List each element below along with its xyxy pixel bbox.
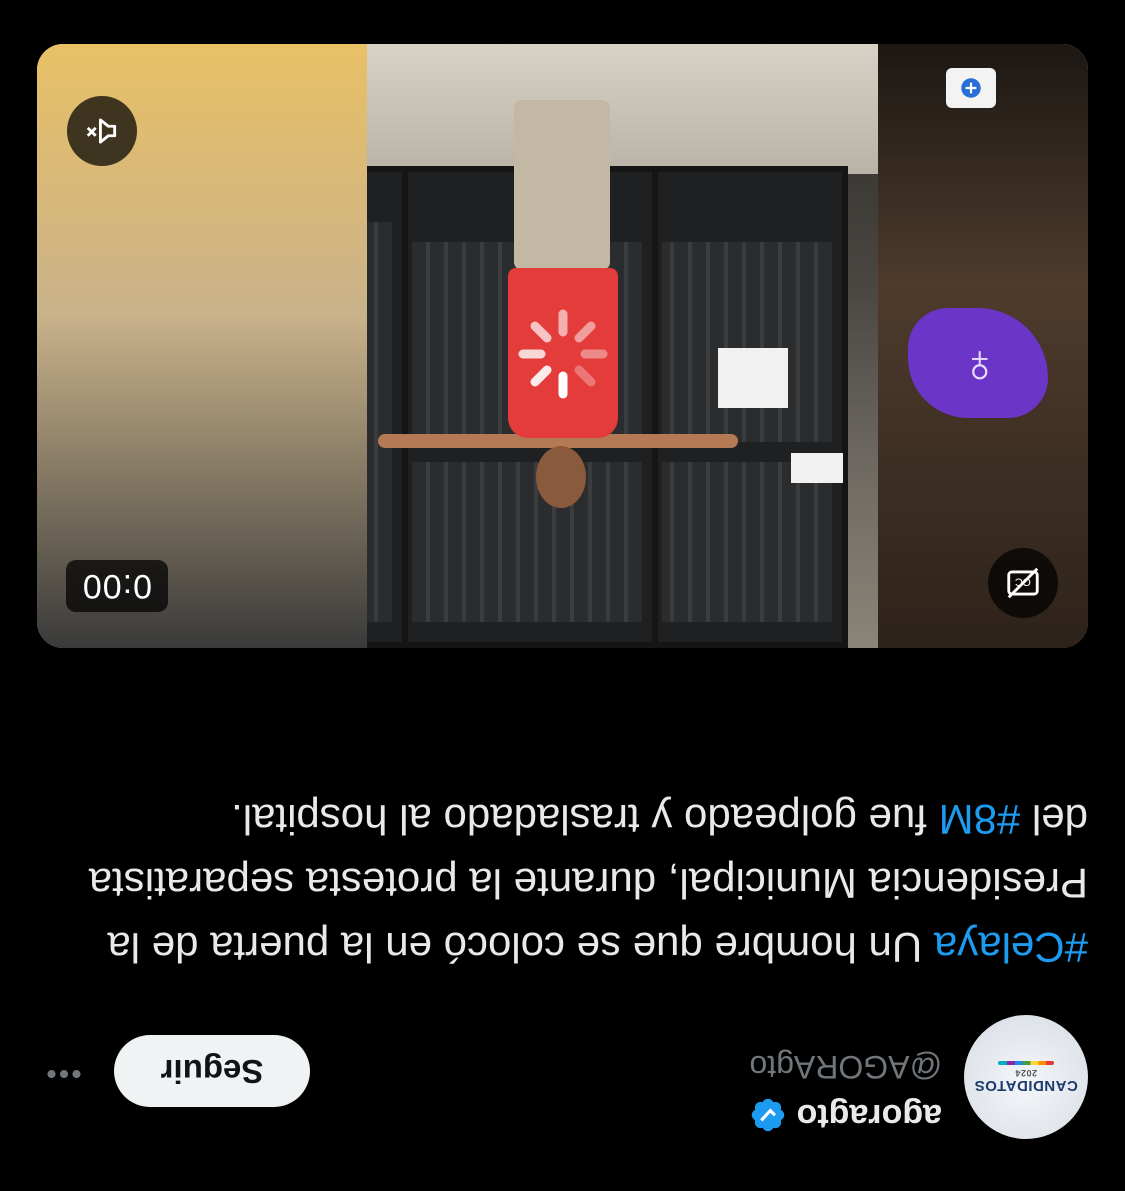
tweet-text-part-2: fue golpeado y trasladado al hospital. (231, 796, 939, 843)
more-options-icon[interactable]: ••• (41, 1051, 85, 1095)
author-avatar[interactable]: CANDIDATOS 2024 (964, 1015, 1088, 1139)
post-view: CANDIDATOS 2024 agoragto @AGORAgto Segui… (0, 0, 1125, 1191)
avatar-logo-text: CANDIDATOS (974, 1077, 1078, 1095)
tweet-text: #Celaya Un hombre que se colocó en la pu… (38, 787, 1088, 979)
video-frame-person-legs (514, 100, 610, 270)
follow-button[interactable]: Seguir (114, 1035, 310, 1107)
avatar-logo-color-bar (998, 1060, 1054, 1065)
video-frame-sign (718, 348, 788, 408)
muted-speaker-icon (86, 118, 117, 144)
captions-toggle-button[interactable]: CC (988, 548, 1058, 618)
avatar-logo: CANDIDATOS 2024 (974, 1060, 1078, 1095)
avatar-logo-year: 2024 (1014, 1068, 1038, 1079)
verified-badge-icon (751, 1099, 784, 1132)
captions-off-icon: CC (1007, 567, 1039, 599)
author-name-row[interactable]: agoragto (749, 1096, 942, 1135)
video-player[interactable]: 0:00 CC (37, 44, 1088, 648)
author-handle[interactable]: @AGORAgto (749, 1048, 942, 1085)
hashtag-8m[interactable]: #8M (939, 796, 1021, 843)
video-frame-paper (791, 453, 843, 483)
mute-toggle-button[interactable] (67, 96, 137, 166)
video-timestamp: 0:00 (65, 560, 168, 612)
video-frame-person-head (536, 446, 586, 508)
loading-spinner-icon (518, 309, 608, 399)
watermark-logo-icon (946, 68, 996, 108)
author-display-name[interactable]: agoragto (797, 1096, 942, 1135)
hashtag-celaya[interactable]: #Celaya (934, 924, 1088, 971)
